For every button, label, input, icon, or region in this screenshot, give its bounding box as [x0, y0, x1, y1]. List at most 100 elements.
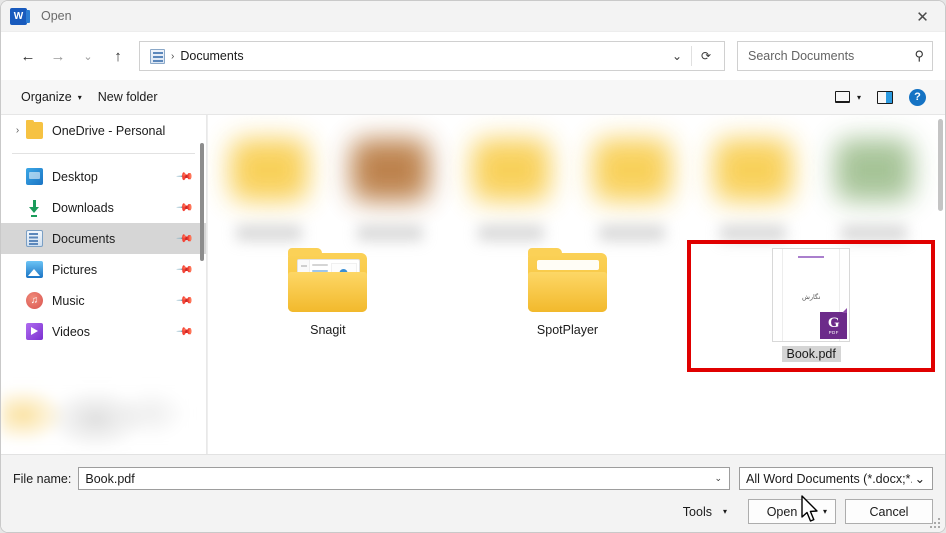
content-scrollbar[interactable]: [938, 119, 943, 211]
file-list-pane: Snagit SpotPlayer نگارش G PDF Book.pdf: [207, 115, 945, 454]
sidebar-item-label: Documents: [52, 231, 116, 246]
file-item-book-pdf[interactable]: نگارش G PDF Book.pdf: [687, 240, 936, 372]
navigation-pane: › OneDrive - Personal Desktop 📌 Download…: [1, 115, 207, 454]
pdf-page-text: نگارش: [801, 294, 821, 301]
new-folder-button[interactable]: New folder: [90, 86, 166, 108]
pin-icon[interactable]: 📌: [176, 229, 195, 248]
search-box[interactable]: ⚲: [737, 41, 933, 71]
music-icon: ♫: [26, 292, 43, 309]
chevron-down-icon: ▾: [722, 507, 727, 516]
file-item-snagit[interactable]: Snagit: [208, 240, 448, 372]
downloads-icon: [26, 199, 43, 216]
help-button[interactable]: ?: [902, 85, 933, 110]
file-item-label: Book.pdf: [781, 346, 841, 362]
pdf-thumbnail: نگارش G PDF: [772, 248, 851, 342]
sidebar-item-label: Downloads: [52, 200, 114, 215]
up-button[interactable]: ↑: [103, 41, 133, 71]
blurred-item: [693, 125, 814, 243]
forward-button[interactable]: →: [43, 41, 73, 71]
close-icon[interactable]: ✕: [900, 1, 945, 32]
search-icon: ⚲: [914, 48, 924, 63]
chevron-down-icon: ⌄: [914, 472, 926, 486]
folder-icon: [528, 248, 607, 312]
chevron-down-icon: ▾: [856, 92, 861, 102]
videos-icon: [26, 323, 43, 340]
file-item-spotplayer[interactable]: SpotPlayer: [448, 240, 688, 372]
pdf-badge-letter: G: [827, 314, 840, 331]
filetype-dropdown[interactable]: All Word Documents (*.docx;*. ⌄: [739, 467, 933, 490]
organize-label: Organize: [21, 90, 72, 104]
preview-pane-icon: [877, 90, 893, 104]
address-bar[interactable]: › Documents ⌄ ⟳: [139, 41, 725, 71]
refresh-icon[interactable]: ⟳: [692, 42, 720, 70]
pin-icon[interactable]: 📌: [176, 322, 195, 341]
title-bar: W Open ✕: [1, 1, 945, 32]
sidebar-item-music[interactable]: ♫ Music 📌: [1, 285, 206, 316]
command-bar: Organize ▾ New folder ▾ ?: [1, 80, 945, 115]
sidebar-item-onedrive[interactable]: › OneDrive - Personal: [1, 115, 206, 146]
organize-button[interactable]: Organize ▾: [13, 86, 90, 108]
documents-icon: [26, 230, 43, 247]
sidebar-item-downloads[interactable]: Downloads 📌: [1, 192, 206, 223]
filename-label: File name:: [13, 471, 72, 486]
window-title: Open: [41, 9, 72, 23]
tools-button[interactable]: Tools ▾: [677, 501, 733, 523]
preview-pane-button[interactable]: [870, 87, 900, 108]
filename-input[interactable]: [85, 471, 712, 486]
filename-row: File name: ⌄ All Word Documents (*.docx;…: [1, 455, 945, 490]
back-button[interactable]: ←: [13, 41, 43, 71]
sidebar-item-desktop[interactable]: Desktop 📌: [1, 161, 206, 192]
sidebar-item-label: OneDrive - Personal: [52, 123, 166, 138]
filetype-value: All Word Documents (*.docx;*.: [746, 471, 912, 486]
navigation-bar: ← → ⌄ ↑ › Documents ⌄ ⟳ ⚲: [1, 32, 945, 80]
dialog-footer: File name: ⌄ All Word Documents (*.docx;…: [1, 454, 945, 532]
chevron-right-icon[interactable]: ›: [9, 125, 26, 136]
dialog-body: › OneDrive - Personal Desktop 📌 Download…: [1, 115, 945, 454]
chevron-down-icon[interactable]: ⌄: [711, 473, 725, 484]
view-layout-icon: [834, 91, 850, 103]
filename-field[interactable]: ⌄: [78, 467, 730, 490]
divider: [12, 153, 195, 154]
blurred-items-row: [208, 115, 935, 253]
new-folder-label: New folder: [97, 90, 158, 104]
desktop-icon: [26, 168, 43, 185]
blurred-item: [208, 125, 329, 243]
pdf-badge-icon: G PDF: [820, 308, 848, 339]
folder-icon: [288, 248, 368, 312]
blurred-item: [329, 125, 450, 243]
chevron-down-icon[interactable]: ⌄: [663, 42, 691, 70]
word-icon: W: [10, 7, 30, 25]
open-button[interactable]: Open ▾: [748, 499, 836, 524]
sidebar-item-pictures[interactable]: Pictures 📌: [1, 254, 206, 285]
sidebar-item-videos[interactable]: Videos 📌: [1, 316, 206, 347]
pin-icon[interactable]: 📌: [176, 167, 195, 186]
chevron-down-icon: ▾: [77, 92, 82, 102]
open-dropdown-icon[interactable]: ▾: [815, 500, 835, 523]
sidebar-scrollbar[interactable]: [200, 143, 204, 261]
search-input[interactable]: [748, 49, 915, 63]
pin-icon[interactable]: 📌: [176, 198, 195, 217]
tools-label: Tools: [682, 504, 712, 519]
breadcrumb-path[interactable]: Documents: [180, 49, 243, 63]
pin-icon[interactable]: 📌: [176, 291, 195, 310]
sidebar-item-label: Pictures: [52, 262, 98, 277]
open-file-dialog: W Open ✕ ← → ⌄ ↑ › Documents ⌄ ⟳ ⚲ Organ…: [0, 0, 946, 533]
resize-grip[interactable]: [930, 518, 941, 529]
blurred-item: [572, 125, 693, 243]
pin-icon[interactable]: 📌: [176, 260, 195, 279]
open-label: Open: [766, 504, 798, 519]
folder-icon: [26, 120, 43, 139]
help-icon: ?: [909, 88, 926, 106]
sidebar-item-label: Desktop: [52, 169, 98, 184]
blurred-sidebar-region: [1, 376, 198, 454]
pictures-icon: [26, 261, 43, 278]
blurred-item: [450, 125, 571, 243]
buttons-row: Tools ▾ Open ▾ Cancel: [1, 490, 945, 524]
change-view-button[interactable]: ▾: [828, 87, 868, 107]
pdf-badge-label: PDF: [828, 329, 839, 335]
sidebar-item-label: Videos: [52, 324, 90, 339]
recent-locations-button[interactable]: ⌄: [73, 41, 103, 71]
cancel-button[interactable]: Cancel: [845, 499, 933, 524]
sidebar-item-documents[interactable]: Documents 📌: [1, 223, 206, 254]
blurred-item: [814, 125, 935, 243]
